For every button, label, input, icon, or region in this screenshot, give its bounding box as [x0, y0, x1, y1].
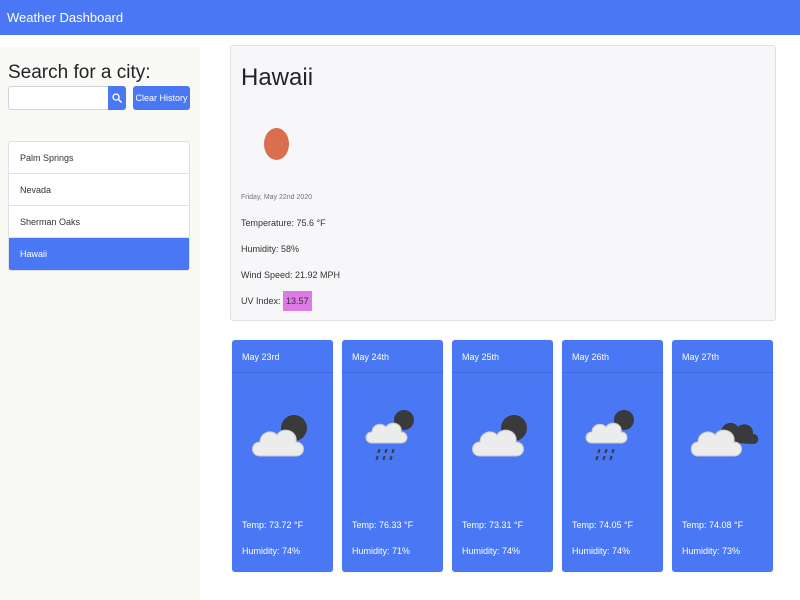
city-name: Hawaii: [241, 64, 314, 91]
forecast-card: May 23rd Temp: 73.72 °F Humidity: 74%: [232, 340, 333, 572]
divider: [672, 372, 773, 373]
forecast-card: May 27th Temp: 74.08 °F Humidity: 73%: [672, 340, 773, 572]
divider: [562, 372, 663, 373]
forecast-card: May 25th Temp: 73.31 °F Humidity: 74%: [452, 340, 553, 572]
forecast-temperature: Temp: 73.72 °F: [242, 520, 304, 530]
cloud-rain-night-icon: [365, 410, 414, 461]
forecast-card: May 24th Temp: 76.33 °F Humidity: 71%: [342, 340, 443, 572]
forecast-date: May 27th: [682, 352, 720, 362]
forecast-temperature: Temp: 76.33 °F: [352, 520, 414, 530]
forecast-temperature: Temp: 74.08 °F: [682, 520, 744, 530]
history-item-nevada[interactable]: Nevada: [9, 174, 189, 206]
forecast-humidity: Humidity: 74%: [572, 546, 631, 556]
forecast-date: May 25th: [462, 352, 500, 362]
current-date: Friday, May 22nd 2020: [241, 194, 313, 201]
current-weather-card: Hawaii Friday, May 22nd 2020 Temperature…: [230, 45, 776, 321]
forecast-humidity: Humidity: 74%: [462, 546, 521, 556]
search-button[interactable]: [108, 86, 126, 110]
clear-sky-icon: [264, 128, 289, 160]
history-item-hawaii[interactable]: Hawaii: [9, 238, 189, 270]
forecast-temperature: Temp: 74.05 °F: [572, 520, 634, 530]
divider: [232, 372, 333, 373]
forecast-temperature: Temp: 73.31 °F: [462, 520, 524, 530]
forecast-date: May 24th: [352, 352, 390, 362]
cloud-night-icon: [252, 415, 307, 457]
history-item-sherman-oaks[interactable]: Sherman Oaks: [9, 206, 189, 238]
current-humidity: Humidity: 58%: [241, 244, 300, 254]
divider: [342, 372, 443, 373]
search-history-list: Palm Springs Nevada Sherman Oaks Hawaii: [8, 141, 190, 271]
navbar: Weather Dashboard: [0, 0, 800, 35]
forecast-humidity: Humidity: 73%: [682, 546, 741, 556]
clear-history-button[interactable]: Clear History: [133, 86, 190, 110]
current-wind-speed: Wind Speed: 21.92 MPH: [241, 270, 341, 280]
search-heading: Search for a city:: [8, 62, 151, 83]
city-search-input[interactable]: [8, 86, 109, 110]
cloud-broken-icon: [690, 422, 759, 457]
uv-index-badge: 13.57: [283, 291, 312, 311]
forecast-humidity: Humidity: 71%: [352, 546, 411, 556]
forecast-date: May 23rd: [242, 352, 280, 362]
forecast-date: May 26th: [572, 352, 610, 362]
sidebar: [0, 47, 200, 600]
divider: [452, 372, 553, 373]
forecast-humidity: Humidity: 74%: [242, 546, 301, 556]
cloud-rain-night-icon: [585, 410, 634, 461]
search-icon: [112, 93, 122, 103]
current-uv-index: UV Index: 13.57: [241, 291, 312, 311]
forecast-card: May 26th Temp: 74.05 °F Humidity: 74%: [562, 340, 663, 572]
current-temperature: Temperature: 75.6 °F: [241, 218, 326, 228]
app-title[interactable]: Weather Dashboard: [7, 10, 123, 25]
history-item-palm-springs[interactable]: Palm Springs: [9, 142, 189, 174]
uv-index-label: UV Index:: [241, 296, 281, 306]
cloud-night-icon: [472, 415, 527, 457]
